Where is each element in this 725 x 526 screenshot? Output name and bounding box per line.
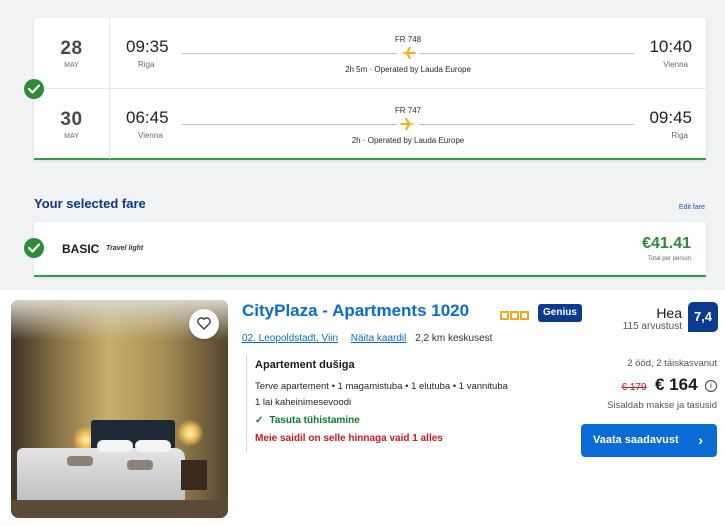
review-score-badge[interactable]: 7,4 [688,302,718,332]
plane-icon [397,117,419,131]
flight-duration: 2h 5m · Operated by Lauda Europe [345,65,471,74]
flight-month: MAY [64,133,79,140]
scarcity-message: Meie saidil on selle hinnaga vaid 1 alle… [255,433,443,444]
checkmark-icon [24,79,44,99]
fare-section-title: Your selected fare [34,196,146,211]
departure-city: Riga [138,60,155,69]
see-availability-label: Vaata saadavust [593,434,679,446]
current-price: € 164 [655,375,698,394]
info-icon[interactable]: i [705,380,717,392]
flight-duration: 2h · Operated by Lauda Europe [351,136,465,145]
show-on-map-link[interactable]: Näita kaardil [351,333,407,344]
floor [11,500,228,518]
arrival: 10:40 Vienna [622,37,692,69]
star-icon [500,311,509,320]
original-price: € 179 [621,382,647,393]
bed-type: 1 lai kaheinimesevoodi [255,397,352,408]
arrival: 09:45 Riga [622,108,692,140]
location-line: 02. Leopoldstadt, Viin Näita kaardil 2,2… [242,333,492,344]
free-cancellation-label: Tasuta tühistamine [269,415,360,426]
towel [127,460,153,470]
chevron-right-icon: › [698,432,703,448]
flight-month: MAY [64,62,79,69]
nightstand [181,460,207,490]
pillow [135,440,171,452]
departure: 09:35 Riga [126,37,186,69]
room-description: Terve apartement • 1 magamistuba • 1 elu… [255,379,555,411]
room-type: Apartement dušiga [255,359,355,371]
hotel-name-link[interactable]: CityPlaza - Apartments 1020 [242,301,469,321]
departure-time: 06:45 [126,108,169,127]
arrival-city: Vienna [663,60,688,69]
arrival-time: 09:45 [649,108,692,127]
star-icon [510,311,519,320]
flight-number: FR 748 [394,35,422,44]
fare-card: BASIC Travel light €41.41 Total per pers… [34,222,706,277]
fare-tagline: Travel light [106,245,144,252]
edit-fare-link[interactable]: Edit fare [679,204,705,211]
pillow [97,440,133,452]
arrival-time: 10:40 [649,37,692,56]
plane-icon [397,46,419,60]
tax-note: Sisaldab makse ja tasusid [607,400,717,411]
check-icon: ✓ [255,415,264,426]
fare-price-note: Total per person [647,256,691,262]
flight-date: 30 MAY [34,89,110,159]
flight-card: 28 MAY 09:35 Riga FR 748 2h 5m · Operate… [34,18,706,160]
arrival-city: Riga [671,131,688,140]
departure: 06:45 Vienna [126,108,186,140]
flight-route: FR 747 2h · Operated by Lauda Europe [182,103,634,153]
price-line: € 179 € 164 i [622,375,717,395]
towel [67,456,93,466]
flight-row-return: 30 MAY 06:45 Vienna FR 747 2h · Operated… [34,88,706,159]
fare-price: €41.41 [642,235,691,252]
star-icon [520,311,529,320]
stay-info: 2 ööd, 2 täiskasvanut [627,358,717,369]
flight-route: FR 748 2h 5m · Operated by Lauda Europe [182,32,634,82]
flight-day: 28 [60,38,83,59]
flight-date: 28 MAY [34,18,110,88]
favorite-button[interactable] [189,309,219,339]
distance-from-center: 2,2 km keskusest [415,333,493,344]
star-rating [500,307,530,325]
flight-number: FR 747 [394,106,422,115]
flight-row-outbound: 28 MAY 09:35 Riga FR 748 2h 5m · Operate… [34,18,706,88]
room-layout: Terve apartement • 1 magamistuba • 1 elu… [255,381,508,392]
fare-name: BASIC [62,242,100,256]
see-availability-button[interactable]: Vaata saadavust › [581,424,717,457]
free-cancellation: ✓ Tasuta tühistamine [255,415,360,426]
departure-time: 09:35 [126,37,169,56]
review-rating-word: Hea [656,305,682,321]
review-count[interactable]: 115 arvustust [623,321,682,332]
departure-city: Vienna [138,131,163,140]
lamp-glow [177,420,203,446]
location-link[interactable]: 02. Leopoldstadt, Viin [242,333,338,344]
flight-day: 30 [60,109,83,130]
checkmark-icon [24,238,44,258]
room-details: Apartement dušiga Terve apartement • 1 m… [246,354,571,452]
genius-badge: Genius [538,304,582,322]
heart-outline-icon [197,317,211,330]
